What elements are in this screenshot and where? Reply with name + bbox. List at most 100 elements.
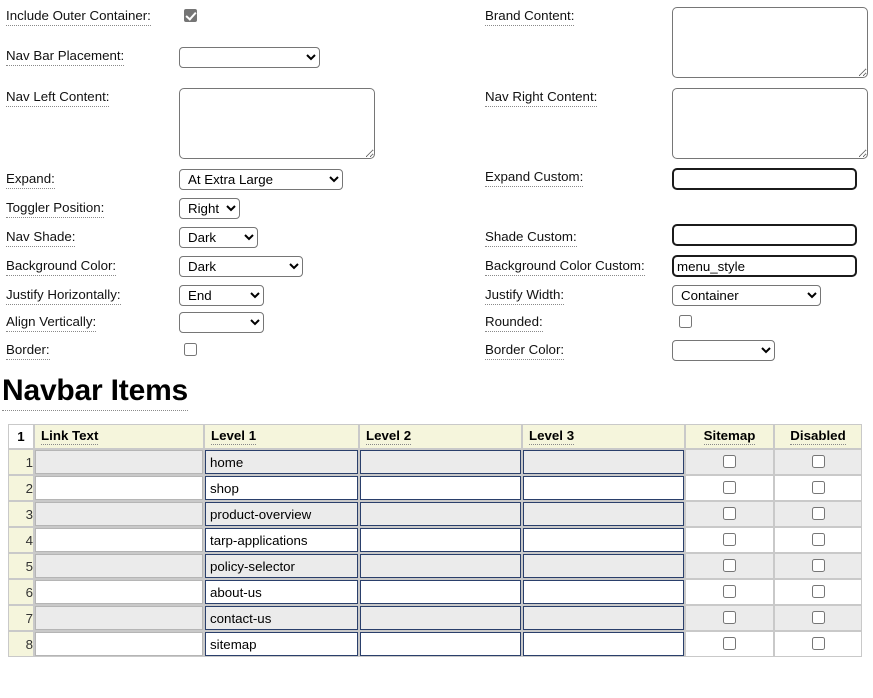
row-number: 1 bbox=[8, 449, 34, 475]
link-text-input[interactable] bbox=[35, 528, 203, 552]
level-2-input[interactable] bbox=[360, 606, 521, 630]
level-3-input[interactable] bbox=[523, 476, 684, 500]
cell-level-2 bbox=[359, 501, 522, 527]
border-checkbox-wrap bbox=[184, 343, 197, 358]
shade-custom-input[interactable] bbox=[672, 224, 857, 246]
sitemap-checkbox[interactable] bbox=[723, 481, 736, 494]
cell-disabled bbox=[774, 527, 862, 553]
sitemap-checkbox[interactable] bbox=[723, 611, 736, 624]
disabled-checkbox[interactable] bbox=[812, 585, 825, 598]
cell-level-3 bbox=[522, 501, 685, 527]
brand-content-textarea[interactable] bbox=[672, 7, 868, 78]
rounded-checkbox[interactable] bbox=[679, 315, 692, 328]
background-color-select[interactable]: Dark bbox=[179, 256, 303, 277]
align-vertically-select[interactable] bbox=[179, 312, 264, 333]
link-text-input[interactable] bbox=[35, 450, 203, 474]
cell-level-1 bbox=[204, 475, 359, 501]
row-number: 7 bbox=[8, 605, 34, 631]
cell-level-2 bbox=[359, 449, 522, 475]
link-text-input[interactable] bbox=[35, 580, 203, 604]
page-title: Navbar Items bbox=[2, 374, 188, 411]
table-row: 5 bbox=[8, 553, 862, 579]
level-1-input[interactable] bbox=[205, 554, 358, 578]
link-text-input[interactable] bbox=[35, 476, 203, 500]
disabled-checkbox[interactable] bbox=[812, 481, 825, 494]
border-color-select[interactable] bbox=[672, 340, 775, 361]
cell-disabled bbox=[774, 605, 862, 631]
level-1-input[interactable] bbox=[205, 502, 358, 526]
level-2-input[interactable] bbox=[360, 502, 521, 526]
level-3-input[interactable] bbox=[523, 528, 684, 552]
level-1-input[interactable] bbox=[205, 632, 358, 656]
level-3-input[interactable] bbox=[523, 606, 684, 630]
link-text-input[interactable] bbox=[35, 606, 203, 630]
disabled-checkbox[interactable] bbox=[812, 637, 825, 650]
sitemap-checkbox[interactable] bbox=[723, 507, 736, 520]
cell-sitemap bbox=[685, 501, 774, 527]
cell-disabled bbox=[774, 579, 862, 605]
column-header-disabled: Disabled bbox=[774, 424, 862, 449]
level-2-input[interactable] bbox=[360, 580, 521, 604]
sitemap-checkbox[interactable] bbox=[723, 637, 736, 650]
disabled-checkbox[interactable] bbox=[812, 559, 825, 572]
level-3-input[interactable] bbox=[523, 554, 684, 578]
sitemap-checkbox[interactable] bbox=[723, 559, 736, 572]
level-1-input[interactable] bbox=[205, 580, 358, 604]
level-2-input[interactable] bbox=[360, 476, 521, 500]
justify-width-select[interactable]: Container bbox=[672, 285, 821, 306]
column-header-level-2: Level 2 bbox=[359, 424, 522, 449]
cell-link-text bbox=[34, 501, 204, 527]
link-text-input[interactable] bbox=[35, 554, 203, 578]
column-header-sitemap-label: Sitemap bbox=[704, 428, 756, 445]
level-3-input[interactable] bbox=[523, 632, 684, 656]
expand-custom-input[interactable] bbox=[672, 168, 857, 190]
background-color-custom-input[interactable] bbox=[672, 255, 857, 277]
row-number: 3 bbox=[8, 501, 34, 527]
sitemap-checkbox[interactable] bbox=[723, 455, 736, 468]
nav-right-content-textarea[interactable] bbox=[672, 88, 868, 159]
cell-sitemap bbox=[685, 631, 774, 657]
nav-left-content-textarea[interactable] bbox=[179, 88, 375, 159]
cell-disabled bbox=[774, 501, 862, 527]
level-2-input[interactable] bbox=[360, 528, 521, 552]
disabled-checkbox[interactable] bbox=[812, 611, 825, 624]
label-nav-shade: Nav Shade: bbox=[6, 229, 75, 247]
settings-form: Include Outer Container: Nav Bar Placeme… bbox=[0, 0, 873, 370]
disabled-checkbox[interactable] bbox=[812, 507, 825, 520]
level-1-input[interactable] bbox=[205, 606, 358, 630]
include-outer-container-checkbox[interactable] bbox=[184, 9, 197, 22]
cell-level-3 bbox=[522, 605, 685, 631]
label-border: Border: bbox=[6, 342, 50, 360]
border-checkbox[interactable] bbox=[184, 343, 197, 356]
sitemap-checkbox[interactable] bbox=[723, 533, 736, 546]
level-2-input[interactable] bbox=[360, 450, 521, 474]
nav-shade-select[interactable]: Dark bbox=[179, 227, 258, 248]
level-2-input[interactable] bbox=[360, 632, 521, 656]
level-1-input[interactable] bbox=[205, 450, 358, 474]
nav-bar-placement-select[interactable] bbox=[179, 47, 320, 68]
level-1-input[interactable] bbox=[205, 528, 358, 552]
label-brand-content: Brand Content: bbox=[485, 8, 574, 26]
disabled-checkbox[interactable] bbox=[812, 455, 825, 468]
row-number: 4 bbox=[8, 527, 34, 553]
toggler-position-select[interactable]: Right bbox=[179, 198, 240, 219]
row-number: 8 bbox=[8, 631, 34, 657]
justify-horizontally-select[interactable]: End bbox=[179, 285, 264, 306]
rounded-checkbox-wrap bbox=[679, 315, 692, 330]
level-1-input[interactable] bbox=[205, 476, 358, 500]
level-3-input[interactable] bbox=[523, 450, 684, 474]
expand-select[interactable]: At Extra Large bbox=[179, 169, 343, 190]
cell-level-2 bbox=[359, 579, 522, 605]
level-2-input[interactable] bbox=[360, 554, 521, 578]
link-text-input[interactable] bbox=[35, 632, 203, 656]
disabled-checkbox[interactable] bbox=[812, 533, 825, 546]
cell-level-3 bbox=[522, 527, 685, 553]
label-shade-custom: Shade Custom: bbox=[485, 229, 577, 247]
sitemap-checkbox[interactable] bbox=[723, 585, 736, 598]
label-rounded: Rounded: bbox=[485, 314, 543, 332]
link-text-input[interactable] bbox=[35, 502, 203, 526]
level-3-input[interactable] bbox=[523, 580, 684, 604]
level-3-input[interactable] bbox=[523, 502, 684, 526]
cell-sitemap bbox=[685, 449, 774, 475]
cell-level-1 bbox=[204, 631, 359, 657]
